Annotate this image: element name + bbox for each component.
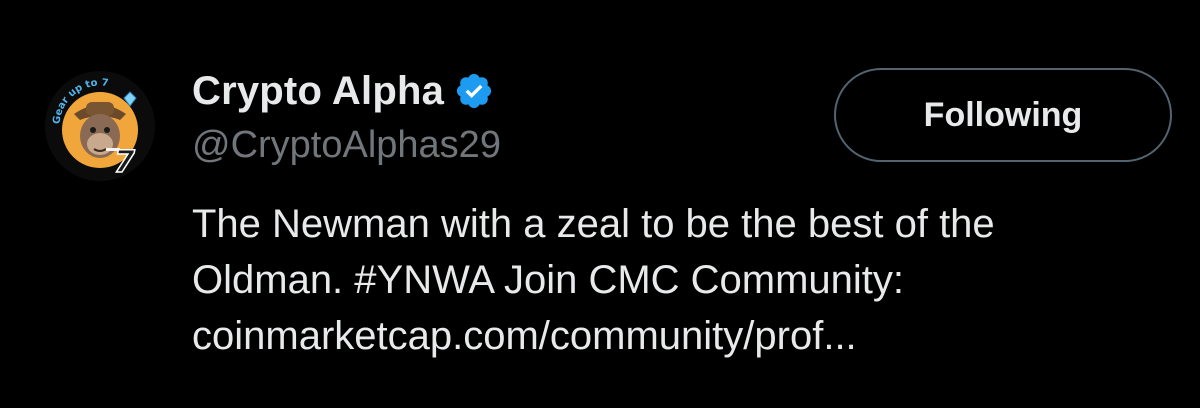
- display-name-row: Crypto Alpha: [192, 64, 494, 118]
- display-name[interactable]: Crypto Alpha: [192, 71, 444, 111]
- avatar[interactable]: Gear up to 7 7: [44, 70, 156, 182]
- following-button[interactable]: Following: [834, 68, 1172, 162]
- bio-line-2: Oldman. #YNWA Join CMC Community:: [192, 258, 905, 302]
- avatar-number: 7: [114, 145, 135, 180]
- bio: The Newman with a zeal to be the best of…: [192, 196, 1182, 364]
- ape-avatar-icon: Gear up to 7 7: [45, 71, 155, 181]
- user-handle[interactable]: @CryptoAlphas29: [192, 126, 501, 164]
- following-button-label: Following: [923, 96, 1083, 134]
- profile-card: Gear up to 7 7 Crypto Alpha @CryptoAlpha…: [0, 0, 1200, 408]
- bio-line-1: The Newman with a zeal to be the best of…: [192, 202, 995, 246]
- bio-link[interactable]: coinmarketcap.com/community/prof...: [192, 308, 1182, 364]
- verified-badge-icon[interactable]: [454, 71, 494, 111]
